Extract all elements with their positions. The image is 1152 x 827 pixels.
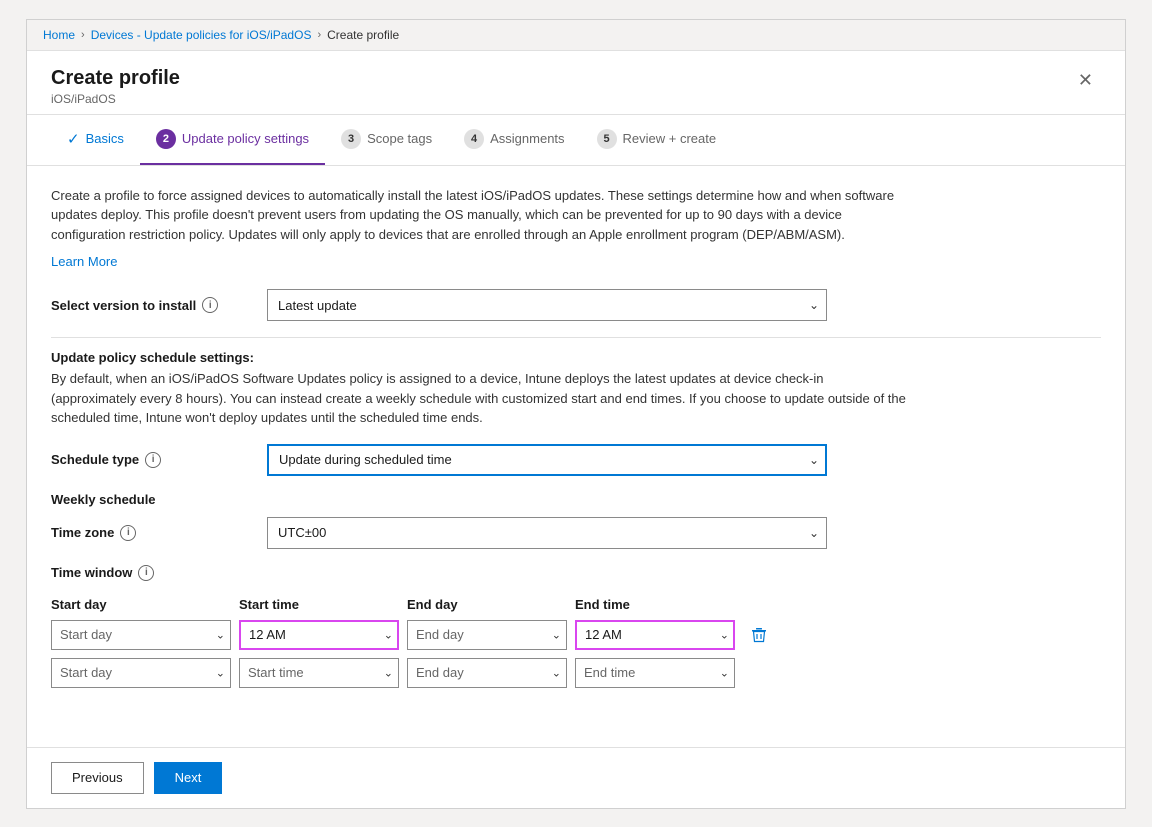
row2-start-day-select[interactable]: Start day MondayTuesdayWednesday Thursda… <box>51 658 231 688</box>
schedule-type-select[interactable]: Update during scheduled time Update at a… <box>267 444 827 476</box>
intro-description: Create a profile to force assigned devic… <box>51 186 911 245</box>
window-title-group: Create profile iOS/iPadOS <box>51 67 180 106</box>
window-header: Create profile iOS/iPadOS ✕ <box>27 51 1125 115</box>
page-title: Create profile <box>51 67 180 90</box>
schedule-section-title: Update policy schedule settings: <box>51 350 1101 365</box>
checkmark-icon: ✓ <box>67 130 80 148</box>
tab-basics[interactable]: ✓ Basics <box>51 116 140 164</box>
breadcrumb-home[interactable]: Home <box>43 28 75 42</box>
timezone-label: Time zone i <box>51 525 251 541</box>
row1-start-time-wrapper: 12 AM 1 AM2 AM6 AM12 PM ⌄ <box>239 620 399 650</box>
header-start-time: Start time <box>239 597 399 612</box>
row2-end-time-wrapper: End time 12 AM1 AM6 AM12 PM ⌄ <box>575 658 735 688</box>
row1-end-time-wrapper: 12 AM 1 AM2 AM6 AM12 PM ⌄ <box>575 620 735 650</box>
breadcrumb-devices[interactable]: Devices - Update policies for iOS/iPadOS <box>91 28 312 42</box>
row2-start-time-select[interactable]: Start time 12 AM1 AM6 AM12 PM <box>239 658 399 688</box>
wizard-tabs: ✓ Basics 2 Update policy settings 3 Scop… <box>27 115 1125 166</box>
page-subtitle: iOS/iPadOS <box>51 92 180 106</box>
separator-1 <box>51 337 1101 338</box>
breadcrumb-sep-1: › <box>81 29 85 41</box>
schedule-row-2: Start day MondayTuesdayWednesday Thursda… <box>51 658 911 688</box>
create-profile-window: Home › Devices - Update policies for iOS… <box>26 19 1126 809</box>
row2-start-day-wrapper: Start day MondayTuesdayWednesday Thursda… <box>51 658 231 688</box>
row1-start-time-select[interactable]: 12 AM 1 AM2 AM6 AM12 PM <box>239 620 399 650</box>
tab-update-policy-num: 2 <box>156 129 176 149</box>
next-button[interactable]: Next <box>154 762 223 794</box>
wizard-footer: Previous Next <box>27 747 1125 808</box>
tab-update-policy[interactable]: 2 Update policy settings <box>140 115 325 165</box>
tab-review-create[interactable]: 5 Review + create <box>581 115 733 165</box>
tab-basics-label: Basics <box>86 131 124 146</box>
time-window-info-icon[interactable]: i <box>138 565 154 581</box>
header-end-time: End time <box>575 597 735 612</box>
tab-scope-tags[interactable]: 3 Scope tags <box>325 115 448 165</box>
tab-update-policy-label: Update policy settings <box>182 131 309 146</box>
schedule-table: Start day Start time End day End time St… <box>51 597 911 688</box>
schedule-type-select-wrapper: Update during scheduled time Update at a… <box>267 444 827 476</box>
tab-review-create-label: Review + create <box>623 131 717 146</box>
learn-more-link[interactable]: Learn More <box>51 254 117 269</box>
tab-assignments-num: 4 <box>464 129 484 149</box>
tab-assignments-label: Assignments <box>490 131 564 146</box>
version-select[interactable]: Latest update iOS 16 iOS 15 <box>267 289 827 321</box>
version-select-row: Select version to install i Latest updat… <box>51 289 1101 321</box>
schedule-row-1: Start day MondayTuesdayWednesday Thursda… <box>51 620 911 650</box>
schedule-table-header: Start day Start time End day End time <box>51 597 911 612</box>
row1-start-day-wrapper: Start day MondayTuesdayWednesday Thursda… <box>51 620 231 650</box>
timezone-info-icon[interactable]: i <box>120 525 136 541</box>
row2-end-day-select[interactable]: End day MondayTuesdayWednesday ThursdayF… <box>407 658 567 688</box>
version-label: Select version to install i <box>51 297 251 313</box>
timezone-row: Time zone i UTC±00 UTC-05:00 UTC+01:00 ⌄ <box>51 517 1101 549</box>
schedule-section-desc: By default, when an iOS/iPadOS Software … <box>51 369 911 428</box>
breadcrumb: Home › Devices - Update policies for iOS… <box>27 20 1125 51</box>
breadcrumb-current: Create profile <box>327 28 399 42</box>
tab-review-create-num: 5 <box>597 129 617 149</box>
row1-delete-button[interactable] <box>743 620 775 650</box>
tab-assignments[interactable]: 4 Assignments <box>448 115 580 165</box>
breadcrumb-sep-2: › <box>317 29 321 41</box>
previous-button[interactable]: Previous <box>51 762 144 794</box>
row2-end-day-wrapper: End day MondayTuesdayWednesday ThursdayF… <box>407 658 567 688</box>
row1-end-time-select[interactable]: 12 AM 1 AM2 AM6 AM12 PM <box>575 620 735 650</box>
weekly-schedule-label: Weekly schedule <box>51 492 1101 507</box>
header-end-day: End day <box>407 597 567 612</box>
timezone-select[interactable]: UTC±00 UTC-05:00 UTC+01:00 <box>267 517 827 549</box>
version-select-wrapper: Latest update iOS 16 iOS 15 ⌄ <box>267 289 827 321</box>
close-button[interactable]: ✕ <box>1070 67 1101 93</box>
row1-end-day-wrapper: End day MondayTuesdayWednesday ThursdayF… <box>407 620 567 650</box>
schedule-type-label: Schedule type i <box>51 452 251 468</box>
content-area: Create a profile to force assigned devic… <box>27 166 1125 747</box>
header-start-day: Start day <box>51 597 231 612</box>
row1-end-day-select[interactable]: End day MondayTuesdayWednesday ThursdayF… <box>407 620 567 650</box>
tab-scope-tags-label: Scope tags <box>367 131 432 146</box>
timezone-select-wrapper: UTC±00 UTC-05:00 UTC+01:00 ⌄ <box>267 517 827 549</box>
row2-end-time-select[interactable]: End time 12 AM1 AM6 AM12 PM <box>575 658 735 688</box>
tab-scope-tags-num: 3 <box>341 129 361 149</box>
version-info-icon[interactable]: i <box>202 297 218 313</box>
time-window-label: Time window i <box>51 565 1101 581</box>
schedule-type-info-icon[interactable]: i <box>145 452 161 468</box>
schedule-type-row: Schedule type i Update during scheduled … <box>51 444 1101 476</box>
row2-start-time-wrapper: Start time 12 AM1 AM6 AM12 PM ⌄ <box>239 658 399 688</box>
row1-start-day-select[interactable]: Start day MondayTuesdayWednesday Thursda… <box>51 620 231 650</box>
